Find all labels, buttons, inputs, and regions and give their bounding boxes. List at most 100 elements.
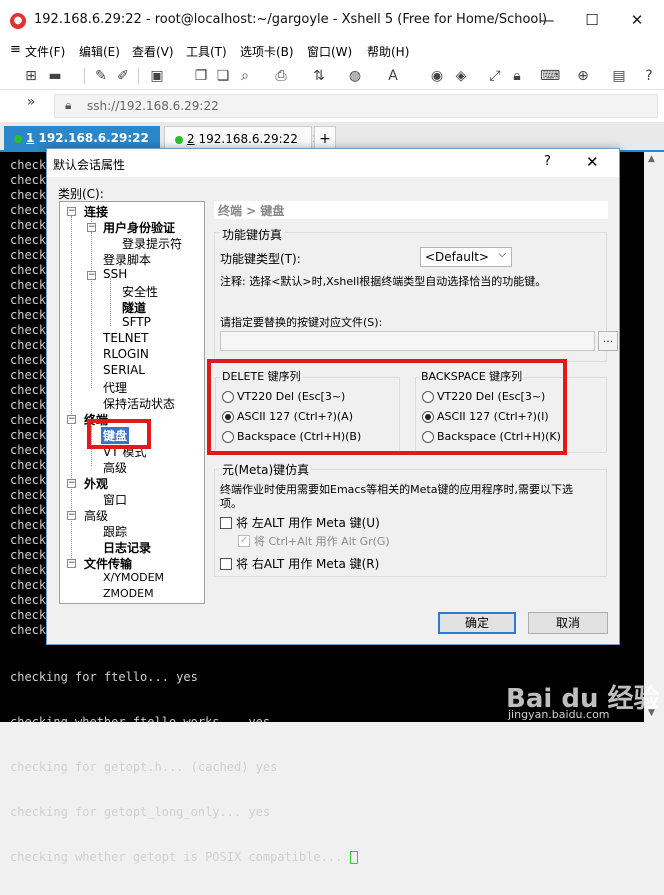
collapse-icon[interactable]: − <box>67 479 76 488</box>
help-button[interactable]: ? <box>544 154 551 169</box>
tree-item-tunnel[interactable]: 隧道 <box>122 299 146 316</box>
tree-item-trace[interactable]: 跟踪 <box>103 523 127 540</box>
tree-item-xymodem[interactable]: X/YMODEM <box>103 571 164 584</box>
print-icon[interactable]: ⎙ <box>272 67 290 85</box>
reconnect-icon[interactable]: ✎ <box>92 67 110 85</box>
menu-view[interactable]: 查看(V) <box>132 43 174 60</box>
tree-item-login-script[interactable]: 登录脚本 <box>103 251 151 268</box>
add-icon[interactable]: ⊕ <box>574 67 592 85</box>
tree-item-security[interactable]: 安全性 <box>122 283 158 300</box>
maximize-button[interactable]: ☐ <box>573 6 611 34</box>
title-bar: ● 192.168.6.29:22 - root@localhost:~/gar… <box>0 0 664 40</box>
terminal-line-prefix: check <box>10 218 47 232</box>
paste-icon[interactable]: ❏ <box>214 67 232 85</box>
fn-key-note: 注释: 选择<默认>时,Xshell根据终端类型自动选择恰当的功能键。 <box>220 275 547 288</box>
fn-key-type-value: <Default> <box>425 250 489 264</box>
dialog-close-button[interactable]: ✕ <box>586 153 599 171</box>
cancel-button[interactable]: 取消 <box>528 612 608 634</box>
tree-item-proxy[interactable]: 代理 <box>103 379 127 396</box>
toolbar-separator <box>138 68 139 84</box>
tree-item-sftp[interactable]: SFTP <box>122 315 151 329</box>
menu-tab[interactable]: 选项卡(B) <box>240 43 294 60</box>
tree-item-appearance[interactable]: 外观 <box>84 475 108 492</box>
address-input[interactable]: 🔒︎ ssh://192.168.6.29:22 <box>54 94 658 118</box>
terminal-left-column: check check check check check check check check… <box>10 158 46 638</box>
tree-item-login-prompt[interactable]: 登录提示符 <box>122 235 182 252</box>
terminal-line-prefix: check <box>10 623 47 637</box>
terminal-scrollbar[interactable]: ▲ ▼ <box>644 152 664 722</box>
tree-item-rlogin[interactable]: RLOGIN <box>103 347 149 361</box>
terminal-line-prefix: check <box>10 248 47 262</box>
menu-window[interactable]: 窗口(W) <box>307 43 352 60</box>
fn-key-group-title: 功能键仿真 <box>220 226 285 243</box>
collapse-icon[interactable]: − <box>67 559 76 568</box>
breadcrumb: 终端 > 键盘 <box>214 201 608 219</box>
terminal-line: checking for getopt_long_only... yes <box>10 805 271 819</box>
terminal-line-prefix: check <box>10 278 47 292</box>
browse-button[interactable]: ... <box>598 331 618 351</box>
collapse-icon[interactable]: − <box>87 271 96 280</box>
scroll-up-icon[interactable]: ▲ <box>648 154 655 164</box>
collapse-icon[interactable]: − <box>87 223 96 232</box>
tree-item-advanced[interactable]: 高级 <box>84 507 108 524</box>
tree-item-zmodem[interactable]: ZMODEM <box>103 587 154 600</box>
terminal-line-prefix: check <box>10 488 47 502</box>
meta-right-alt-checkbox[interactable]: 将 右ALT 用作 Meta 键(R) <box>220 555 379 572</box>
tree-item-terminal-advanced[interactable]: 高级 <box>103 459 127 476</box>
keyboard-icon[interactable]: ⌨ <box>540 67 560 85</box>
tree-item-telnet[interactable]: TELNET <box>103 331 149 345</box>
menu-edit[interactable]: 编辑(E) <box>79 43 120 60</box>
terminal-line-prefix: check <box>10 338 47 352</box>
ok-button[interactable]: 确定 <box>438 612 516 634</box>
tree-item-ssh[interactable]: SSH <box>103 267 127 281</box>
tree-item-file-transfer[interactable]: 文件传输 <box>84 555 132 572</box>
tree-item-auth[interactable]: 用户身份验证 <box>103 219 175 236</box>
lock-icon: 🔒︎ <box>65 98 72 112</box>
category-tree[interactable]: − 连接 − 用户身份验证 登录提示符 登录脚本 − SSH 安全性 隧道 SF… <box>59 201 205 604</box>
tree-item-window[interactable]: 窗口 <box>103 491 127 508</box>
terminal-line: checking for ftello... yes <box>10 670 198 684</box>
tree-item-keepalive[interactable]: 保持活动状态 <box>103 395 175 412</box>
script-icon[interactable]: ◈ <box>452 67 470 85</box>
layout-icon[interactable]: ▤ <box>610 67 628 85</box>
terminal-line-prefix: check <box>10 158 47 172</box>
collapse-icon[interactable]: − <box>67 511 76 520</box>
collapse-icon[interactable]: − <box>67 415 76 424</box>
terminal-line-prefix: check <box>10 518 47 532</box>
tree-item-serial[interactable]: SERIAL <box>103 363 145 377</box>
font-icon[interactable]: A <box>384 67 402 85</box>
lock-icon[interactable]: 🔒︎ <box>508 67 526 85</box>
ctrl-alt-altgr-checkbox[interactable]: ✓ 将 Ctrl+Alt 用作 Alt Gr(G) <box>238 533 390 549</box>
tab-number: 1 <box>26 131 35 145</box>
fullscreen-icon[interactable]: ⤢ <box>486 67 504 85</box>
find-icon[interactable]: ⌕ <box>236 67 254 85</box>
transfer-icon[interactable]: ⇅ <box>310 67 328 85</box>
keymap-file-input[interactable] <box>220 331 595 351</box>
menu-tools[interactable]: 工具(T) <box>186 43 227 60</box>
help-icon[interactable]: ? <box>640 67 658 85</box>
close-window-button[interactable]: ✕ <box>618 6 656 34</box>
chevron-right-icon[interactable]: » <box>22 93 40 111</box>
window-title: 192.168.6.29:22 - root@localhost:~/gargo… <box>34 12 548 27</box>
open-folder-icon[interactable]: ▬ <box>46 67 64 85</box>
new-session-icon[interactable]: ⊞ <box>22 67 40 85</box>
menu-help[interactable]: 帮助(H) <box>367 43 409 60</box>
minimize-button[interactable]: — <box>528 6 566 34</box>
collapse-icon[interactable]: − <box>67 207 76 216</box>
tree-item-logging[interactable]: 日志记录 <box>103 539 151 556</box>
menu-file[interactable]: 文件(F) <box>25 43 65 60</box>
xftp-icon[interactable]: ◉ <box>428 67 446 85</box>
properties-icon[interactable]: ▣ <box>148 67 166 85</box>
fn-key-type-label: 功能键类型(T): <box>220 252 301 266</box>
meta-left-alt-checkbox[interactable]: 将 左ALT 用作 Meta 键(U) <box>220 514 380 531</box>
fn-key-type-select[interactable]: <Default> ⌵ <box>420 247 512 267</box>
globe-icon[interactable]: ◍ <box>346 67 364 85</box>
tree-guide <box>110 278 111 326</box>
disconnect-icon[interactable]: ✐ <box>114 67 132 85</box>
terminal-line-prefix: check <box>10 503 47 517</box>
connected-status-icon <box>175 135 183 144</box>
terminal-line-prefix: check <box>10 188 47 202</box>
terminal-output: checking for ftello... yes checking whet… <box>10 640 358 895</box>
tree-item-connect[interactable]: 连接 <box>84 203 108 220</box>
copy-icon[interactable]: ❐ <box>192 67 210 85</box>
